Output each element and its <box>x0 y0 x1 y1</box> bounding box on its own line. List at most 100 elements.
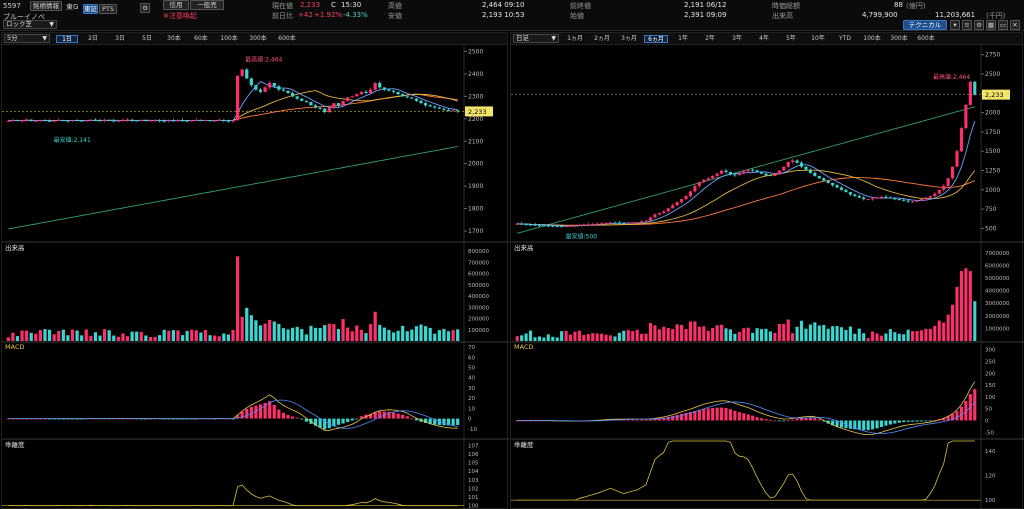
candle-body <box>524 224 528 226</box>
range-tab[interactable]: 1年 <box>671 35 695 43</box>
interval-select[interactable]: 5分 ▼ <box>4 34 50 43</box>
market-cap-unit: (億円) <box>906 2 926 10</box>
daily-chart-svg[interactable]: 500750100012501500175020002250250027502,… <box>511 45 1024 509</box>
deviation-tick-label: 101 <box>468 495 479 501</box>
candle-body <box>551 225 555 227</box>
credit-button[interactable]: 信用 <box>163 0 189 10</box>
interval-select[interactable]: 日足 ▼ <box>513 34 559 43</box>
candle-body <box>751 169 755 171</box>
volume-bar <box>93 332 98 341</box>
macd-histogram-bar <box>396 413 400 419</box>
volume-bar <box>318 327 322 341</box>
list-icon[interactable]: ≡ <box>962 20 972 30</box>
range-tab[interactable]: 5年 <box>779 35 803 43</box>
expand-icon[interactable]: ▾ <box>950 20 960 30</box>
range-tab[interactable]: 3年 <box>725 35 749 43</box>
intraday-chart-svg[interactable]: 1700 1800 1900 2000 2100 2200 2300 2400 2500 2,23… <box>2 45 509 509</box>
candle-body <box>871 198 875 200</box>
range-tab[interactable]: 4年 <box>752 35 776 43</box>
lock-select[interactable]: ロック芝 ▼ <box>3 20 57 29</box>
range-tab[interactable]: 2日 <box>81 35 105 43</box>
range-tab[interactable]: 5日 <box>135 35 159 43</box>
range-tab[interactable]: 2ヵ月 <box>590 35 614 43</box>
candle-body <box>405 96 409 98</box>
candle-body <box>626 223 630 225</box>
pts-toggle[interactable]: PTS <box>99 4 117 14</box>
macd-tick-label: 0 <box>985 418 989 424</box>
macd-tick-label: 100 <box>985 395 996 401</box>
macd-pane-label: MACD <box>514 343 534 351</box>
gear-icon[interactable]: ⚙ <box>974 20 984 30</box>
candle-body <box>355 94 359 97</box>
range-tab[interactable]: 600本 <box>914 35 938 43</box>
candle-body <box>622 223 626 225</box>
range-tab[interactable]: 100本 <box>216 35 242 43</box>
range-tab[interactable]: 3日 <box>108 35 132 43</box>
general-sell-button[interactable]: 一般売 <box>190 0 224 10</box>
volume-bar <box>564 330 568 341</box>
volume-bar <box>622 330 626 341</box>
macd-tick-label: -10 <box>468 427 477 433</box>
technical-button[interactable]: テクニカル <box>903 20 947 30</box>
candle-body <box>711 175 715 179</box>
volume-bar <box>586 333 590 341</box>
range-tab[interactable]: 10年 <box>806 35 830 43</box>
volume-value: 4,799,900 <box>862 11 898 19</box>
macd-histogram-bar <box>888 420 892 425</box>
chevron-down-icon: ▼ <box>551 35 556 42</box>
volume-bar <box>231 330 235 341</box>
volume-bar <box>626 330 630 341</box>
volume-bar <box>98 335 102 341</box>
lock-select-value: ロック芝 <box>6 20 32 28</box>
candle-body <box>107 119 111 121</box>
range-tab[interactable]: 2年 <box>698 35 722 43</box>
macd-histogram-bar <box>702 408 706 421</box>
volume-bar <box>387 329 391 341</box>
candle-body <box>537 224 541 226</box>
volume-bar <box>848 326 852 341</box>
range-tab[interactable]: 600本 <box>274 35 300 43</box>
macd-histogram-bar <box>442 418 446 426</box>
stock-info-button[interactable]: 銘柄情報 <box>30 1 62 11</box>
volume-bar <box>245 307 249 341</box>
macd-histogram-bar <box>839 420 844 428</box>
range-tab[interactable]: 6ヵ月 <box>644 35 668 43</box>
range-tab[interactable]: 300本 <box>887 35 911 43</box>
range-tab[interactable]: 100本 <box>860 35 884 43</box>
window-icon[interactable]: ▭ <box>998 20 1008 30</box>
candle-body <box>791 160 795 163</box>
candle-body <box>853 194 857 196</box>
volume-tick-label: 600000 <box>468 272 489 278</box>
macd-histogram-bar <box>733 410 737 421</box>
close-icon[interactable]: ✕ <box>1010 20 1020 30</box>
tse-toggle[interactable]: 東証 <box>83 4 98 14</box>
volume-bar <box>401 325 405 341</box>
candle-body <box>414 98 419 101</box>
candle-body <box>245 69 249 79</box>
candle-body <box>888 197 892 199</box>
layout-icon[interactable]: ▦ <box>986 20 996 30</box>
volume-pane-label: 出来高 <box>514 244 534 252</box>
volume-bar <box>20 330 24 341</box>
candle-body <box>640 221 644 223</box>
volume-bar <box>240 316 244 341</box>
volume-bar <box>617 332 621 341</box>
candle-body <box>835 185 839 188</box>
range-tab[interactable]: YTD <box>833 35 857 43</box>
range-tab[interactable]: 1ヵ月 <box>563 35 587 43</box>
volume-bar <box>180 335 185 341</box>
price-tick-label: 1800 <box>468 206 483 213</box>
range-tab[interactable]: 1日 <box>56 35 78 43</box>
volume-pane-label: 出来高 <box>5 244 25 252</box>
range-tab[interactable]: 300本 <box>245 35 271 43</box>
gear-icon[interactable]: ⚙ <box>140 3 150 13</box>
range-tab[interactable]: 3ヵ月 <box>617 35 641 43</box>
range-tab[interactable]: 30本 <box>162 35 186 43</box>
volume-bar <box>515 336 519 341</box>
candle-body <box>724 170 728 173</box>
volume-bar <box>70 329 75 341</box>
volume-bar <box>528 330 533 341</box>
candle-body <box>304 100 308 102</box>
stock-code: 5597 <box>3 2 21 10</box>
range-tab[interactable]: 60本 <box>189 35 213 43</box>
